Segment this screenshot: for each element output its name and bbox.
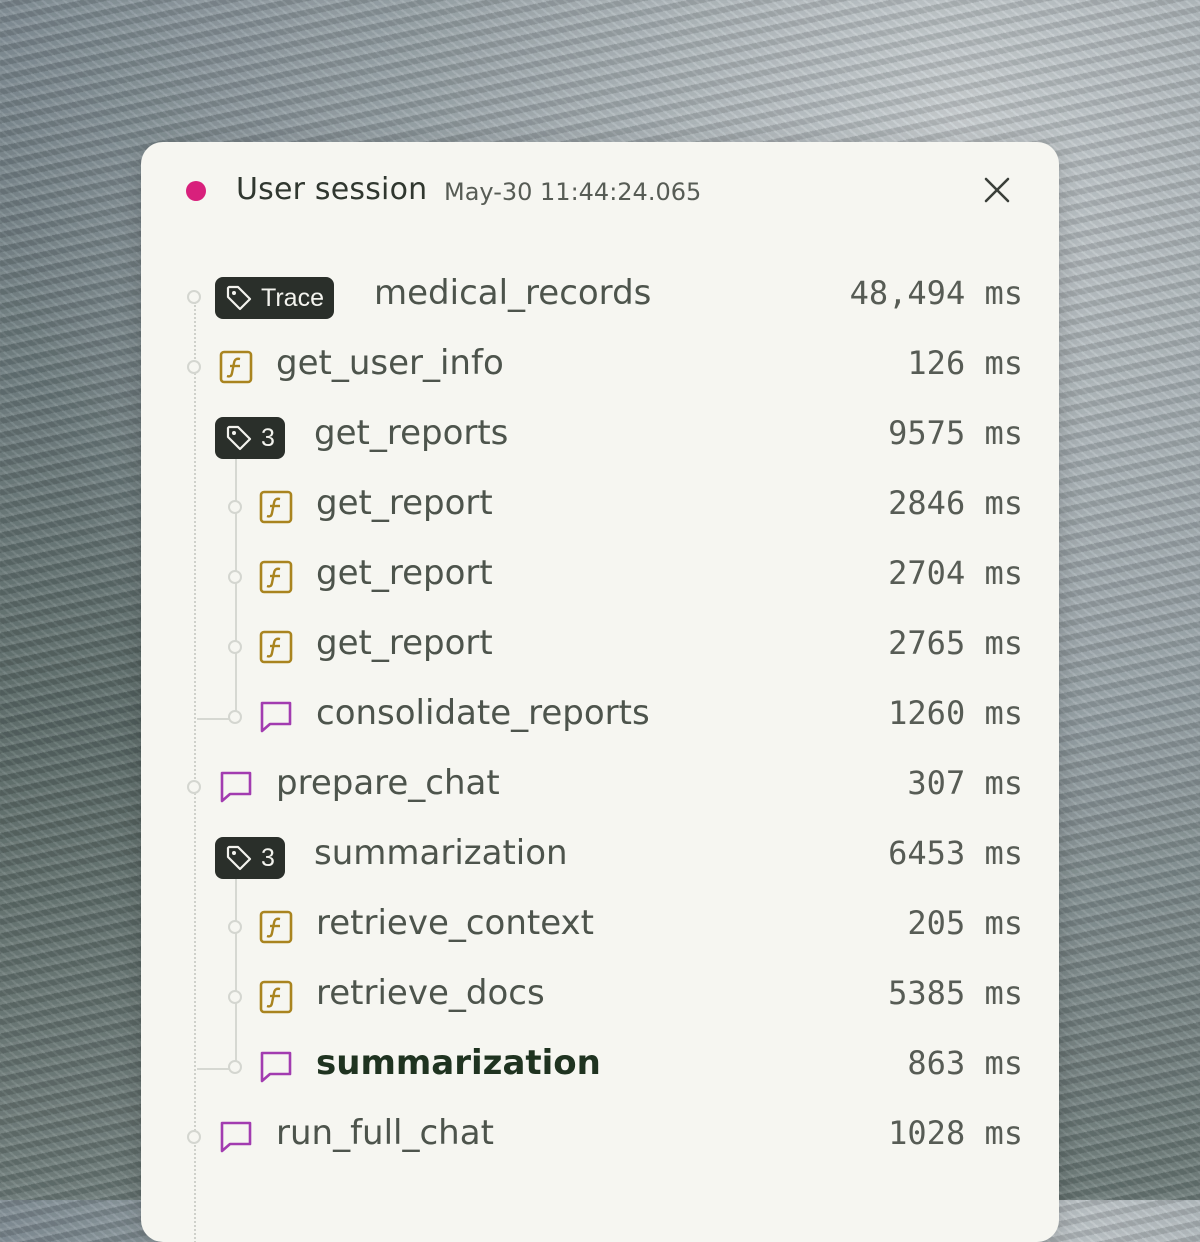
- span-name: consolidate_reports: [316, 693, 650, 733]
- span-name: run_full_chat: [276, 1113, 494, 1153]
- span-row[interactable]: retrieve_context 205 ms: [141, 892, 1059, 962]
- trace-row[interactable]: Trace medical_records 48,494 ms: [141, 262, 1059, 332]
- span-duration: 863 ms: [907, 1044, 1023, 1082]
- span-name: get_reports: [314, 413, 509, 453]
- span-name: get_user_info: [276, 343, 504, 383]
- span-name: retrieve_context: [316, 903, 595, 943]
- span-duration: 2846 ms: [888, 484, 1023, 522]
- span-name: medical_records: [374, 273, 652, 313]
- badge-count: 3: [261, 423, 275, 452]
- span-duration: 205 ms: [907, 904, 1023, 942]
- tree-node: [228, 990, 242, 1004]
- chat-icon: [220, 771, 252, 803]
- span-duration: 48,494 ms: [849, 274, 1023, 312]
- chat-icon: [260, 701, 292, 733]
- function-icon: [259, 630, 293, 664]
- span-duration: 307 ms: [907, 764, 1023, 802]
- span-row[interactable]: retrieve_docs 5385 ms: [141, 962, 1059, 1032]
- tree-node: [228, 570, 242, 584]
- span-duration: 9575 ms: [888, 414, 1023, 452]
- trace-panel: User session May-30 11:44:24.065 Trace m…: [141, 142, 1059, 1242]
- group-badge: 3: [215, 417, 285, 459]
- badge-label: Trace: [261, 283, 324, 312]
- span-row[interactable]: get_report 2765 ms: [141, 612, 1059, 682]
- trace-badge: Trace: [215, 277, 334, 319]
- span-duration: 1028 ms: [888, 1114, 1023, 1152]
- tree-node: [187, 360, 201, 374]
- function-icon: [259, 560, 293, 594]
- badge-count: 3: [261, 843, 275, 872]
- function-icon: [219, 350, 253, 384]
- span-row[interactable]: get_user_info 126 ms: [141, 332, 1059, 402]
- trace-tree: Trace medical_records 48,494 ms get_user…: [141, 142, 1059, 1242]
- span-row-selected[interactable]: summarization 863 ms: [141, 1032, 1059, 1102]
- function-icon: [259, 910, 293, 944]
- span-name: summarization: [316, 1043, 601, 1083]
- span-row[interactable]: get_report 2704 ms: [141, 542, 1059, 612]
- tag-icon: [226, 425, 252, 451]
- tree-node: [187, 780, 201, 794]
- span-duration: 5385 ms: [888, 974, 1023, 1012]
- span-row[interactable]: prepare_chat 307 ms: [141, 752, 1059, 822]
- tag-icon: [226, 285, 252, 311]
- span-duration: 126 ms: [907, 344, 1023, 382]
- tree-node: [228, 710, 242, 724]
- span-name: get_report: [316, 553, 493, 593]
- span-row[interactable]: get_report 2846 ms: [141, 472, 1059, 542]
- tree-node: [187, 290, 201, 304]
- group-row[interactable]: 3 get_reports 9575 ms: [141, 402, 1059, 472]
- tree-node: [228, 1060, 242, 1074]
- span-duration: 2704 ms: [888, 554, 1023, 592]
- function-icon: [259, 490, 293, 524]
- span-name: prepare_chat: [276, 763, 500, 803]
- span-row[interactable]: run_full_chat 1028 ms: [141, 1102, 1059, 1172]
- tree-node: [187, 1130, 201, 1144]
- span-name: retrieve_docs: [316, 973, 545, 1013]
- group-badge: 3: [215, 837, 285, 879]
- chat-icon: [220, 1121, 252, 1153]
- span-duration: 1260 ms: [888, 694, 1023, 732]
- span-name: get_report: [316, 483, 493, 523]
- tag-icon: [226, 845, 252, 871]
- span-name: get_report: [316, 623, 493, 663]
- span-row[interactable]: consolidate_reports 1260 ms: [141, 682, 1059, 752]
- tree-node: [228, 500, 242, 514]
- span-name: summarization: [314, 833, 568, 873]
- tree-node: [228, 920, 242, 934]
- function-icon: [259, 980, 293, 1014]
- tree-node: [228, 640, 242, 654]
- group-row[interactable]: 3 summarization 6453 ms: [141, 822, 1059, 892]
- span-duration: 6453 ms: [888, 834, 1023, 872]
- span-duration: 2765 ms: [888, 624, 1023, 662]
- chat-icon: [260, 1051, 292, 1083]
